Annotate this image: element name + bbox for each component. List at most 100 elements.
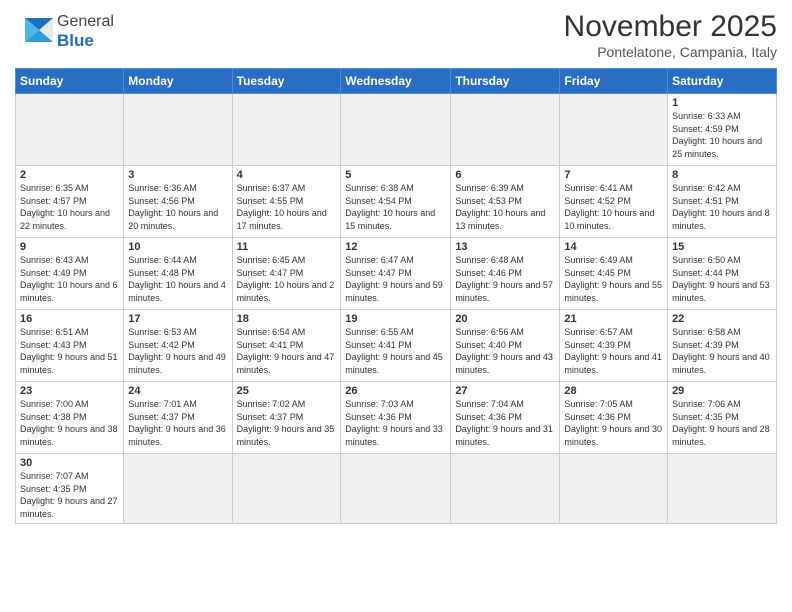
calendar-week-3: 16Sunrise: 6:51 AM Sunset: 4:43 PM Dayli… — [16, 310, 777, 382]
day-header-monday: Monday — [124, 69, 232, 94]
calendar-cell — [124, 454, 232, 524]
day-number: 13 — [455, 241, 555, 253]
day-number: 4 — [237, 169, 337, 181]
day-info: Sunrise: 6:57 AM Sunset: 4:39 PM Dayligh… — [564, 326, 663, 376]
day-info: Sunrise: 7:02 AM Sunset: 4:37 PM Dayligh… — [237, 398, 337, 448]
day-info: Sunrise: 6:41 AM Sunset: 4:52 PM Dayligh… — [564, 182, 663, 232]
day-header-thursday: Thursday — [451, 69, 560, 94]
calendar-cell — [232, 454, 341, 524]
day-number: 14 — [564, 241, 663, 253]
page: General Blue November 2025 Pontelatone, … — [0, 0, 792, 612]
day-info: Sunrise: 6:37 AM Sunset: 4:55 PM Dayligh… — [237, 182, 337, 232]
logo-blue: Blue — [57, 31, 114, 51]
day-info: Sunrise: 6:47 AM Sunset: 4:47 PM Dayligh… — [345, 254, 446, 304]
calendar-cell: 26Sunrise: 7:03 AM Sunset: 4:36 PM Dayli… — [341, 382, 451, 454]
calendar-cell: 16Sunrise: 6:51 AM Sunset: 4:43 PM Dayli… — [16, 310, 124, 382]
calendar-cell — [341, 94, 451, 166]
day-info: Sunrise: 6:45 AM Sunset: 4:47 PM Dayligh… — [237, 254, 337, 304]
calendar-header-row: SundayMondayTuesdayWednesdayThursdayFrid… — [16, 69, 777, 94]
day-header-tuesday: Tuesday — [232, 69, 341, 94]
day-number: 28 — [564, 385, 663, 397]
day-header-friday: Friday — [560, 69, 668, 94]
calendar-cell: 22Sunrise: 6:58 AM Sunset: 4:39 PM Dayli… — [668, 310, 777, 382]
calendar-cell: 13Sunrise: 6:48 AM Sunset: 4:46 PM Dayli… — [451, 238, 560, 310]
logo: General Blue — [15, 10, 114, 53]
day-header-wednesday: Wednesday — [341, 69, 451, 94]
day-info: Sunrise: 6:51 AM Sunset: 4:43 PM Dayligh… — [20, 326, 119, 376]
calendar-cell: 15Sunrise: 6:50 AM Sunset: 4:44 PM Dayli… — [668, 238, 777, 310]
calendar-cell — [451, 454, 560, 524]
day-number: 2 — [20, 169, 119, 181]
day-info: Sunrise: 6:36 AM Sunset: 4:56 PM Dayligh… — [128, 182, 227, 232]
calendar-cell — [560, 454, 668, 524]
calendar-cell — [668, 454, 777, 524]
calendar-cell — [16, 94, 124, 166]
calendar-cell: 12Sunrise: 6:47 AM Sunset: 4:47 PM Dayli… — [341, 238, 451, 310]
calendar-cell: 28Sunrise: 7:05 AM Sunset: 4:36 PM Dayli… — [560, 382, 668, 454]
calendar-cell: 29Sunrise: 7:06 AM Sunset: 4:35 PM Dayli… — [668, 382, 777, 454]
day-number: 25 — [237, 385, 337, 397]
calendar-cell: 19Sunrise: 6:55 AM Sunset: 4:41 PM Dayli… — [341, 310, 451, 382]
calendar-cell: 6Sunrise: 6:39 AM Sunset: 4:53 PM Daylig… — [451, 166, 560, 238]
day-number: 22 — [672, 313, 772, 325]
title-section: November 2025 Pontelatone, Campania, Ita… — [564, 10, 777, 60]
day-info: Sunrise: 6:43 AM Sunset: 4:49 PM Dayligh… — [20, 254, 119, 304]
calendar-cell: 3Sunrise: 6:36 AM Sunset: 4:56 PM Daylig… — [124, 166, 232, 238]
calendar-week-0: 1Sunrise: 6:33 AM Sunset: 4:59 PM Daylig… — [16, 94, 777, 166]
calendar-cell: 11Sunrise: 6:45 AM Sunset: 4:47 PM Dayli… — [232, 238, 341, 310]
header: General Blue November 2025 Pontelatone, … — [15, 10, 777, 60]
day-number: 10 — [128, 241, 227, 253]
day-info: Sunrise: 7:07 AM Sunset: 4:35 PM Dayligh… — [20, 470, 119, 520]
day-number: 16 — [20, 313, 119, 325]
day-info: Sunrise: 6:50 AM Sunset: 4:44 PM Dayligh… — [672, 254, 772, 304]
calendar-cell: 17Sunrise: 6:53 AM Sunset: 4:42 PM Dayli… — [124, 310, 232, 382]
day-number: 26 — [345, 385, 446, 397]
day-info: Sunrise: 6:39 AM Sunset: 4:53 PM Dayligh… — [455, 182, 555, 232]
day-number: 30 — [20, 457, 119, 469]
month-title: November 2025 — [564, 10, 777, 44]
logo-general: General — [57, 13, 114, 31]
calendar-cell: 4Sunrise: 6:37 AM Sunset: 4:55 PM Daylig… — [232, 166, 341, 238]
day-number: 23 — [20, 385, 119, 397]
day-info: Sunrise: 6:49 AM Sunset: 4:45 PM Dayligh… — [564, 254, 663, 304]
day-number: 9 — [20, 241, 119, 253]
calendar-cell: 7Sunrise: 6:41 AM Sunset: 4:52 PM Daylig… — [560, 166, 668, 238]
calendar-cell: 14Sunrise: 6:49 AM Sunset: 4:45 PM Dayli… — [560, 238, 668, 310]
day-info: Sunrise: 6:38 AM Sunset: 4:54 PM Dayligh… — [345, 182, 446, 232]
day-header-sunday: Sunday — [16, 69, 124, 94]
calendar-cell: 25Sunrise: 7:02 AM Sunset: 4:37 PM Dayli… — [232, 382, 341, 454]
calendar-cell: 27Sunrise: 7:04 AM Sunset: 4:36 PM Dayli… — [451, 382, 560, 454]
day-info: Sunrise: 6:42 AM Sunset: 4:51 PM Dayligh… — [672, 182, 772, 232]
day-number: 11 — [237, 241, 337, 253]
day-number: 7 — [564, 169, 663, 181]
day-number: 27 — [455, 385, 555, 397]
day-info: Sunrise: 6:56 AM Sunset: 4:40 PM Dayligh… — [455, 326, 555, 376]
calendar-table: SundayMondayTuesdayWednesdayThursdayFrid… — [15, 68, 777, 524]
calendar-cell — [341, 454, 451, 524]
calendar-cell: 5Sunrise: 6:38 AM Sunset: 4:54 PM Daylig… — [341, 166, 451, 238]
day-number: 17 — [128, 313, 227, 325]
calendar-cell: 24Sunrise: 7:01 AM Sunset: 4:37 PM Dayli… — [124, 382, 232, 454]
day-info: Sunrise: 7:05 AM Sunset: 4:36 PM Dayligh… — [564, 398, 663, 448]
day-number: 6 — [455, 169, 555, 181]
day-info: Sunrise: 6:35 AM Sunset: 4:57 PM Dayligh… — [20, 182, 119, 232]
day-number: 5 — [345, 169, 446, 181]
day-info: Sunrise: 6:58 AM Sunset: 4:39 PM Dayligh… — [672, 326, 772, 376]
day-number: 18 — [237, 313, 337, 325]
day-number: 8 — [672, 169, 772, 181]
location-subtitle: Pontelatone, Campania, Italy — [564, 44, 777, 60]
calendar-cell: 18Sunrise: 6:54 AM Sunset: 4:41 PM Dayli… — [232, 310, 341, 382]
logo-icon — [15, 10, 53, 48]
calendar-week-5: 30Sunrise: 7:07 AM Sunset: 4:35 PM Dayli… — [16, 454, 777, 524]
calendar-cell: 21Sunrise: 6:57 AM Sunset: 4:39 PM Dayli… — [560, 310, 668, 382]
day-number: 3 — [128, 169, 227, 181]
day-number: 12 — [345, 241, 446, 253]
day-number: 24 — [128, 385, 227, 397]
day-number: 21 — [564, 313, 663, 325]
day-info: Sunrise: 7:00 AM Sunset: 4:38 PM Dayligh… — [20, 398, 119, 448]
day-info: Sunrise: 6:44 AM Sunset: 4:48 PM Dayligh… — [128, 254, 227, 304]
calendar-cell: 10Sunrise: 6:44 AM Sunset: 4:48 PM Dayli… — [124, 238, 232, 310]
calendar-cell — [451, 94, 560, 166]
day-header-saturday: Saturday — [668, 69, 777, 94]
day-info: Sunrise: 7:06 AM Sunset: 4:35 PM Dayligh… — [672, 398, 772, 448]
